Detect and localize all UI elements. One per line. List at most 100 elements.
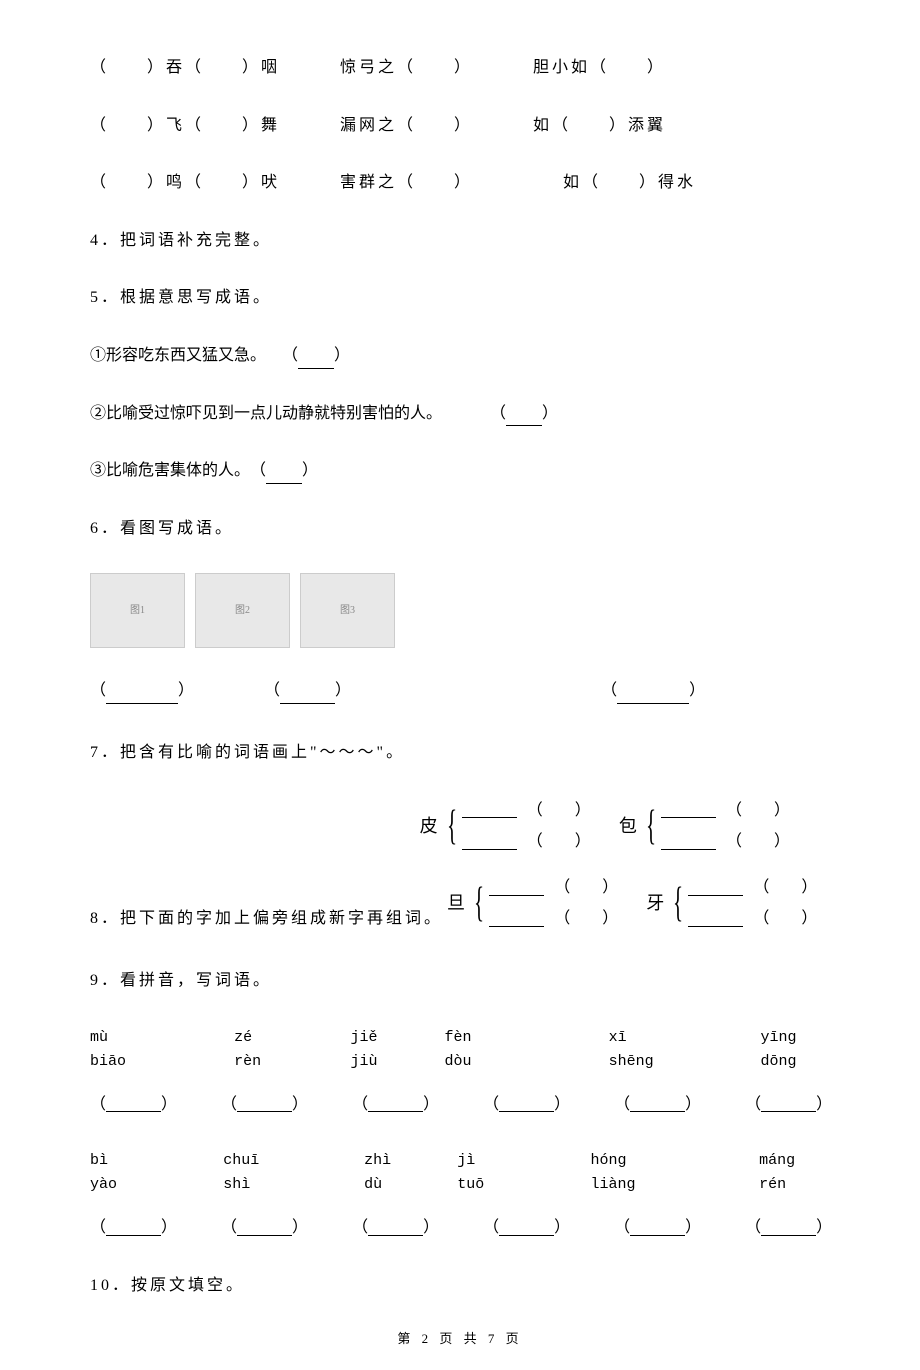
idiom-item: 胆小如（ ） xyxy=(533,55,666,81)
pinyin-blank: （） xyxy=(90,1092,177,1118)
paren-open: （ xyxy=(264,682,280,699)
idiom-item: （ ）鸣（ ）吠 xyxy=(90,170,280,196)
pinyin: mù biāo xyxy=(90,1026,144,1074)
radical-group-dan: 旦 { （ ） （ ） xyxy=(447,875,618,932)
paren: （ ） xyxy=(753,875,817,901)
pinyin: jì tuō xyxy=(457,1149,510,1197)
question-6-title: 6．看图写成语。 xyxy=(90,516,830,542)
pinyin: chuī shì xyxy=(223,1149,294,1197)
q6-image-3: 图3 xyxy=(300,573,395,648)
idiom-row-3: （ ）鸣（ ）吠 害群之（ ） 如（ ）得水 xyxy=(90,170,830,196)
paren: （ ） xyxy=(726,829,790,855)
radical-row-2: 8．把下面的字加上偏旁组成新字再组词。 旦 { （ ） （ ） 牙 { （ ） xyxy=(90,875,830,932)
q5-item-2: ②比喻受过惊吓见到一点儿动静就特别害怕的人。 （ ） xyxy=(90,401,830,427)
blank xyxy=(106,1220,161,1236)
blank xyxy=(368,1220,423,1236)
idiom-item: （ ）吞（ ）咽 xyxy=(90,55,280,81)
idiom-row-2: （ ）飞（ ）舞 漏网之（ ） 如（ ）添翼 xyxy=(90,113,830,139)
radical-char: 旦 xyxy=(447,889,465,918)
radical-char: 皮 xyxy=(420,812,438,841)
paren: （ ） xyxy=(527,798,591,824)
blank xyxy=(499,1096,554,1112)
bracket-icon: { xyxy=(646,805,656,847)
idiom-item: 漏网之（ ） xyxy=(340,113,473,139)
q6-image-2: 图2 xyxy=(195,573,290,648)
radical-row-1: 皮 { （ ） （ ） 包 { （ ） （ ） xyxy=(90,798,830,855)
pinyin: xī shēng xyxy=(609,1026,671,1074)
pinyin: bì yào xyxy=(90,1149,143,1197)
idiom-row-1: （ ）吞（ ）咽 惊弓之（ ） 胆小如（ ） xyxy=(90,55,830,81)
idiom-item: 惊弓之（ ） xyxy=(340,55,473,81)
q6-answer-3: （） xyxy=(601,678,705,704)
question-9-title: 9．看拼音，写词语。 xyxy=(90,968,830,994)
pinyin: fèn dòu xyxy=(445,1026,499,1074)
blank xyxy=(617,688,689,704)
idiom-item: 如（ ）得水 xyxy=(563,170,696,196)
page-number: 第 2 页 共 7 页 xyxy=(0,1329,920,1350)
q6-answer-row: （） （） （） xyxy=(90,678,830,704)
pinyin-blank: （） xyxy=(483,1215,570,1241)
blank xyxy=(368,1096,423,1112)
blank xyxy=(688,880,743,896)
q5-text-3: ③比喻危害集体的人。 （ xyxy=(90,462,266,479)
q5-item-1: ①形容吃东西又猛又急。 （ ） xyxy=(90,343,830,369)
pinyin-section: mù biāo zé rèn jiě jiù fèn dòu xī shēng … xyxy=(90,1026,830,1241)
pinyin-blank: （） xyxy=(352,1215,439,1241)
blank xyxy=(688,911,743,927)
question-7-title: 7．把含有比喻的词语画上"～～～"。 xyxy=(90,740,830,766)
paren: （ ） xyxy=(554,875,618,901)
paren: （ ） xyxy=(726,798,790,824)
q5-text-2: ②比喻受过惊吓见到一点儿动静就特别害怕的人。 （ xyxy=(90,405,506,422)
pinyin: zé rèn xyxy=(234,1026,280,1074)
pinyin: hóng liàng xyxy=(590,1149,679,1197)
blank xyxy=(106,1096,161,1112)
blank xyxy=(499,1220,554,1236)
pinyin: zhì dù xyxy=(364,1149,417,1197)
paren: （ ） xyxy=(554,906,618,932)
question-10-title: 10．按原文填空。 xyxy=(90,1273,830,1299)
paren-close: ） xyxy=(335,682,351,699)
blank xyxy=(106,688,178,704)
pinyin: jiě jiù xyxy=(350,1026,404,1074)
paren-close: ） xyxy=(542,405,558,422)
radical-group-bao: 包 { （ ） （ ） xyxy=(619,798,790,855)
blank xyxy=(761,1096,816,1112)
blank xyxy=(489,911,544,927)
blank xyxy=(462,834,517,850)
blank xyxy=(630,1096,685,1112)
radical-char: 牙 xyxy=(646,889,664,918)
radical-char: 包 xyxy=(619,812,637,841)
q6-images-row: 图1 图2 图3 xyxy=(90,573,830,648)
idiom-item: 如（ ）添翼 xyxy=(533,113,666,139)
blank xyxy=(266,468,302,484)
pinyin-blank: （） xyxy=(221,1092,308,1118)
pinyin-blank: （） xyxy=(745,1092,832,1118)
blank xyxy=(661,834,716,850)
bracket-icon: { xyxy=(474,882,484,924)
idiom-item: （ ）飞（ ）舞 xyxy=(90,113,280,139)
paren-close: ） xyxy=(334,347,350,364)
q6-answer-1: （） xyxy=(90,678,194,704)
pinyin-blank-row-2: （） （） （） （） （） （） xyxy=(90,1215,830,1241)
q5-item-3: ③比喻危害集体的人。 （） xyxy=(90,458,830,484)
paren: （ ） xyxy=(753,906,817,932)
blank xyxy=(298,353,334,369)
paren-open: （ xyxy=(601,682,617,699)
blank xyxy=(489,880,544,896)
q6-answer-2: （） xyxy=(264,678,351,704)
blank xyxy=(761,1220,816,1236)
bracket-icon: { xyxy=(673,882,683,924)
blank xyxy=(661,802,716,818)
q5-text-1: ①形容吃东西又猛又急。 （ xyxy=(90,347,298,364)
pinyin: yīng dōng xyxy=(760,1026,830,1074)
blank xyxy=(506,410,542,426)
blank xyxy=(237,1220,292,1236)
question-8-title: 8．把下面的字加上偏旁组成新字再组词。 xyxy=(90,906,443,932)
idiom-item: 害群之（ ） xyxy=(340,170,473,196)
paren: （ ） xyxy=(527,829,591,855)
bracket-icon: { xyxy=(447,805,457,847)
paren-close: ） xyxy=(689,682,705,699)
question-4-title: 4．把词语补充完整。 xyxy=(90,228,830,254)
paren-open: （ xyxy=(90,682,106,699)
pinyin-blank: （） xyxy=(352,1092,439,1118)
